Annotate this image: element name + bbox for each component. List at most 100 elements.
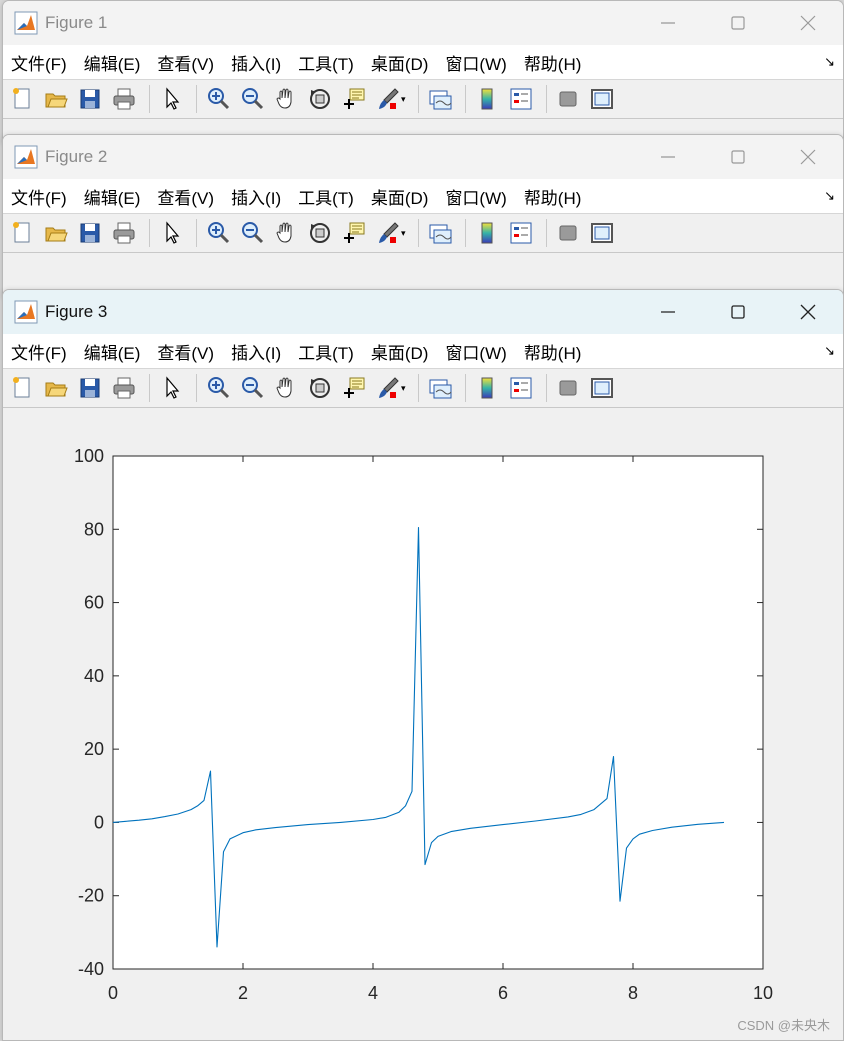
legend-button[interactable]	[506, 218, 536, 248]
show-plot-tools-button[interactable]	[587, 218, 617, 248]
menu-dock-arrow-icon[interactable]: ↘	[824, 343, 835, 359]
figure-1-window[interactable]: Figure 1 文件(F) 编辑(E) 查看(V) 插入(I) 工具(T) 桌面(D) 窗…	[2, 0, 844, 142]
minimize-button[interactable]	[633, 290, 703, 334]
edit-plot-pointer-button[interactable]	[156, 218, 186, 248]
data-cursor-button[interactable]	[339, 218, 369, 248]
new-figure-button[interactable]	[7, 84, 37, 114]
maximize-button[interactable]	[703, 135, 773, 179]
menu-item[interactable]: 插入(I)	[231, 184, 281, 209]
menu-item[interactable]: 桌面(D)	[371, 184, 429, 209]
menu-item[interactable]: 帮助(H)	[524, 50, 582, 75]
pan-hand-button[interactable]	[271, 373, 301, 403]
minimize-button[interactable]	[633, 1, 703, 45]
show-plot-tools-button[interactable]	[587, 373, 617, 403]
zoom-in-button[interactable]	[203, 373, 233, 403]
menu-item[interactable]: 插入(I)	[231, 50, 281, 75]
print-button[interactable]	[109, 84, 139, 114]
matlab-logo-icon	[14, 300, 38, 324]
hide-plot-tools-button[interactable]	[553, 84, 583, 114]
menu-item[interactable]: 编辑(E)	[84, 50, 141, 75]
brush-dropdown-icon[interactable]: ▾	[401, 228, 406, 239]
colorbar-button[interactable]	[472, 373, 502, 403]
save-button[interactable]	[75, 373, 105, 403]
title-bar[interactable]: Figure 3	[3, 290, 843, 334]
menu-item[interactable]: 窗口(W)	[445, 339, 506, 364]
menu-item[interactable]: 桌面(D)	[371, 339, 429, 364]
figure-3-window[interactable]: Figure 3 文件(F) 编辑(E) 查看(V) 插入(I) 工具(T) 桌面(D) 窗…	[2, 289, 844, 1041]
menu-item[interactable]: 工具(T)	[298, 50, 354, 75]
minimize-button[interactable]	[633, 135, 703, 179]
legend-button[interactable]	[506, 373, 536, 403]
menu-item[interactable]: 工具(T)	[298, 339, 354, 364]
pan-hand-button[interactable]	[271, 218, 301, 248]
hide-plot-tools-button[interactable]	[553, 373, 583, 403]
zoom-out-button[interactable]	[237, 218, 267, 248]
link-plot-button[interactable]	[425, 373, 455, 403]
zoom-out-button[interactable]	[237, 84, 267, 114]
edit-plot-pointer-button[interactable]	[156, 373, 186, 403]
colorbar-button[interactable]	[472, 84, 502, 114]
colorbar-button[interactable]	[472, 218, 502, 248]
menu-item[interactable]: 编辑(E)	[84, 339, 141, 364]
hide-plot-tools-button[interactable]	[553, 218, 583, 248]
edit-plot-pointer-button[interactable]	[156, 84, 186, 114]
legend-button[interactable]	[506, 84, 536, 114]
data-cursor-button[interactable]	[339, 373, 369, 403]
menu-item[interactable]: 查看(V)	[157, 184, 214, 209]
menu-item[interactable]: 编辑(E)	[84, 184, 141, 209]
menu-dock-arrow-icon[interactable]: ↘	[824, 54, 835, 70]
print-button[interactable]	[109, 218, 139, 248]
title-bar[interactable]: Figure 2	[3, 135, 843, 179]
rotate-3d-button[interactable]	[305, 373, 335, 403]
open-file-icon	[45, 227, 68, 242]
close-button[interactable]	[773, 290, 843, 334]
new-figure-button[interactable]	[7, 373, 37, 403]
brush-button[interactable]	[373, 373, 403, 403]
menu-item[interactable]: 文件(F)	[11, 184, 67, 209]
menu-item[interactable]: 查看(V)	[157, 339, 214, 364]
maximize-button[interactable]	[703, 1, 773, 45]
line-plot[interactable]: 0 2 4 6 8 10 -40 -20 0 20 40 60 80 100	[3, 408, 843, 1040]
menu-item[interactable]: 窗口(W)	[445, 50, 506, 75]
figure-toolbar: ▾	[3, 80, 843, 119]
open-file-button[interactable]	[41, 218, 71, 248]
open-file-button[interactable]	[41, 84, 71, 114]
brush-dropdown-icon[interactable]: ▾	[401, 94, 406, 105]
close-button[interactable]	[773, 1, 843, 45]
link-plot-button[interactable]	[425, 84, 455, 114]
toolbar-separator	[464, 374, 466, 402]
menu-item[interactable]: 插入(I)	[231, 339, 281, 364]
zoom-in-button[interactable]	[203, 84, 233, 114]
menu-item[interactable]: 帮助(H)	[524, 339, 582, 364]
open-file-button[interactable]	[41, 373, 71, 403]
menu-item[interactable]: 桌面(D)	[371, 50, 429, 75]
maximize-button[interactable]	[703, 290, 773, 334]
rotate-3d-button[interactable]	[305, 218, 335, 248]
toolbar-separator	[196, 219, 197, 247]
menu-item[interactable]: 窗口(W)	[445, 184, 506, 209]
figure-canvas[interactable]: 0 2 4 6 8 10 -40 -20 0 20 40 60 80 100	[3, 408, 843, 1040]
brush-button[interactable]	[373, 84, 403, 114]
data-cursor-button[interactable]	[339, 84, 369, 114]
brush-dropdown-icon[interactable]: ▾	[401, 383, 406, 394]
menu-item[interactable]: 查看(V)	[157, 50, 214, 75]
show-plot-tools-button[interactable]	[587, 84, 617, 114]
pan-hand-button[interactable]	[271, 84, 301, 114]
print-button[interactable]	[109, 373, 139, 403]
rotate-3d-button[interactable]	[305, 84, 335, 114]
zoom-in-button[interactable]	[203, 218, 233, 248]
menu-item[interactable]: 帮助(H)	[524, 184, 582, 209]
new-figure-button[interactable]	[7, 218, 37, 248]
zoom-out-button[interactable]	[237, 373, 267, 403]
menu-item[interactable]: 文件(F)	[11, 339, 67, 364]
title-bar[interactable]: Figure 1	[3, 1, 843, 45]
close-button[interactable]	[773, 135, 843, 179]
brush-button[interactable]	[373, 218, 403, 248]
menu-dock-arrow-icon[interactable]: ↘	[824, 188, 835, 204]
menu-item[interactable]: 文件(F)	[11, 50, 67, 75]
figure-2-window[interactable]: Figure 2 文件(F) 编辑(E) 查看(V) 插入(I) 工具(T) 桌面(D) 窗…	[2, 134, 844, 296]
menu-item[interactable]: 工具(T)	[298, 184, 354, 209]
link-plot-button[interactable]	[425, 218, 455, 248]
save-button[interactable]	[75, 218, 105, 248]
save-button[interactable]	[75, 84, 105, 114]
